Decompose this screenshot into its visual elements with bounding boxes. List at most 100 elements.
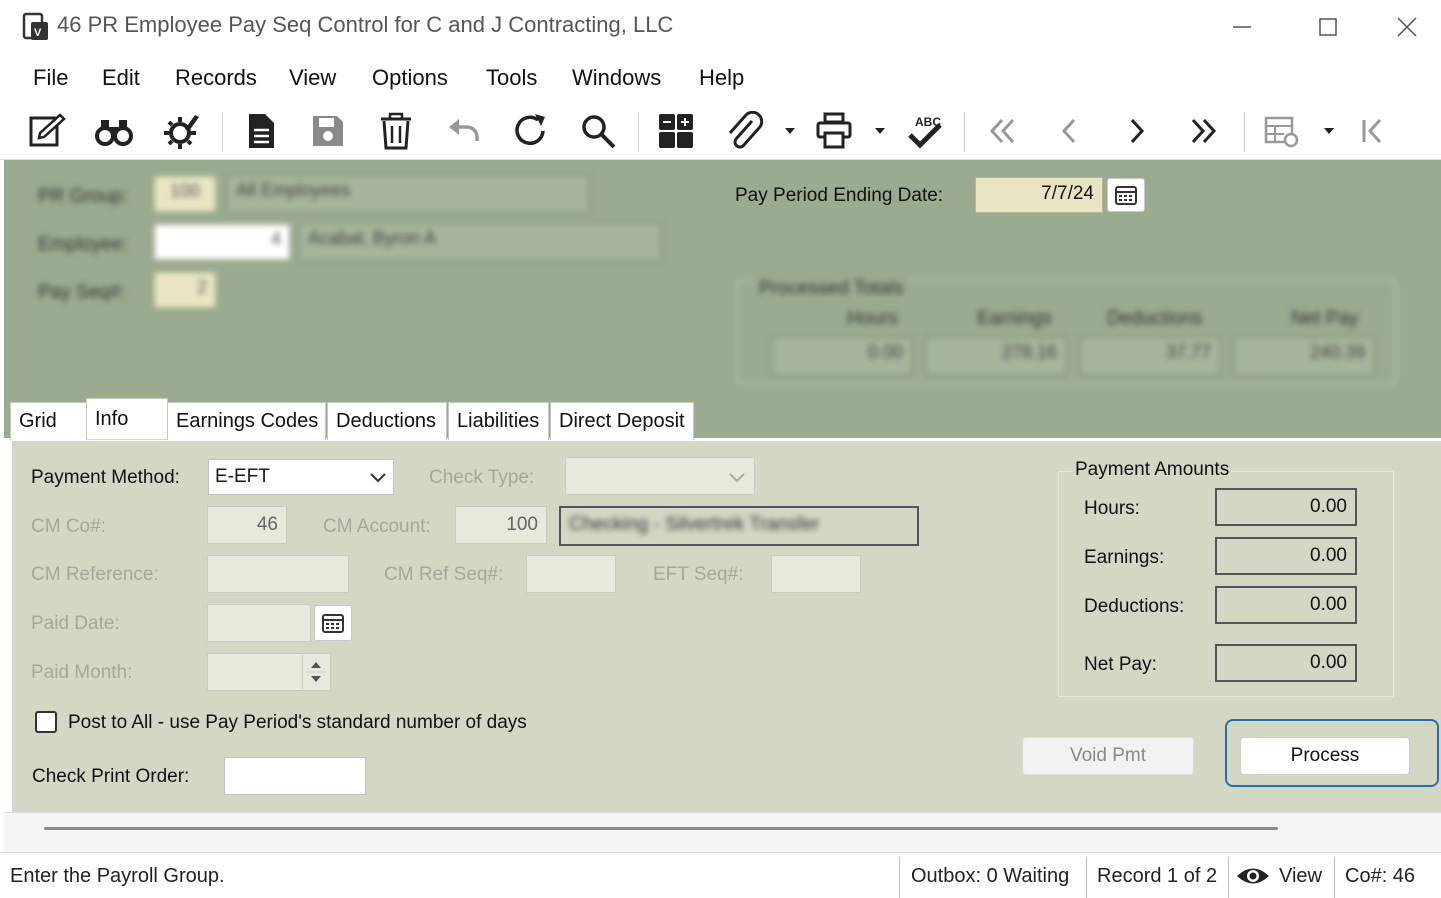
last-record-icon[interactable] bbox=[1178, 106, 1230, 156]
eft-seq-label: EFT Seq#: bbox=[653, 564, 744, 585]
employee-field[interactable]: 4 bbox=[154, 224, 290, 260]
menu-file[interactable]: File bbox=[33, 65, 68, 91]
refresh-icon[interactable] bbox=[505, 106, 557, 156]
pay-period-ending-field[interactable]: 7/7/24 bbox=[975, 177, 1103, 213]
pr-group-field[interactable]: 100 bbox=[154, 176, 216, 212]
payment-netpay-value: 0.00 bbox=[1215, 644, 1357, 682]
window-title: 46 PR Employee Pay Seq Control for C and… bbox=[57, 12, 674, 37]
void-payment-button[interactable]: Void Pmt bbox=[1022, 737, 1194, 775]
paid-date-label: Paid Date: bbox=[31, 613, 120, 634]
processed-totals-title: Processed Totals bbox=[755, 278, 908, 300]
paid-month-label: Paid Month: bbox=[31, 662, 133, 683]
menu-bar: File Edit Records View Options Tools Win… bbox=[0, 54, 1441, 102]
grid-calc-icon[interactable] bbox=[650, 106, 702, 156]
tab-liabilities[interactable]: Liabilities bbox=[448, 402, 549, 440]
paid-date-calendar-button[interactable] bbox=[314, 605, 352, 641]
delete-trash-icon[interactable] bbox=[370, 106, 422, 156]
app-icon: V bbox=[22, 12, 50, 42]
attachment-dropdown-icon[interactable] bbox=[783, 124, 797, 138]
print-dropdown-icon[interactable] bbox=[873, 124, 887, 138]
chevron-down-icon bbox=[370, 473, 386, 483]
pr-group-description: All Employees bbox=[226, 174, 590, 214]
payment-method-value: E-EFT bbox=[215, 466, 270, 487]
grid-settings-icon[interactable] bbox=[1256, 106, 1308, 156]
processed-totals-group: Processed Totals Hours Earnings Deductio… bbox=[737, 278, 1397, 384]
menu-edit[interactable]: Edit bbox=[102, 65, 140, 91]
eft-seq-field[interactable] bbox=[771, 555, 861, 593]
paid-date-field[interactable] bbox=[207, 604, 311, 642]
payment-deductions-value: 0.00 bbox=[1215, 586, 1357, 624]
status-bar: Enter the Payroll Group. Outbox: 0 Waiti… bbox=[0, 852, 1441, 898]
menu-tools[interactable]: Tools bbox=[486, 65, 537, 91]
pay-period-calendar-button[interactable] bbox=[1107, 178, 1145, 212]
previous-record-icon[interactable] bbox=[1044, 106, 1096, 156]
edit-form-icon[interactable] bbox=[20, 106, 72, 156]
cm-reference-field[interactable] bbox=[207, 555, 349, 593]
tab-earnings-codes[interactable]: Earnings Codes bbox=[167, 402, 326, 440]
title-bar: V 46 PR Employee Pay Seq Control for C a… bbox=[0, 0, 1441, 54]
undo-icon[interactable] bbox=[437, 106, 489, 156]
print-icon[interactable] bbox=[808, 106, 860, 156]
cm-account-field[interactable]: 100 bbox=[455, 506, 547, 544]
paid-month-spinner[interactable] bbox=[302, 655, 328, 689]
status-outbox[interactable]: Outbox: 0 Waiting bbox=[901, 853, 1085, 898]
menu-windows[interactable]: Windows bbox=[572, 65, 661, 91]
menu-view[interactable]: View bbox=[289, 65, 336, 91]
close-button[interactable] bbox=[1372, 0, 1441, 54]
pr-group-label: PR Group: bbox=[38, 186, 128, 207]
check-type-label: Check Type: bbox=[429, 467, 535, 488]
status-message: Enter the Payroll Group. bbox=[10, 864, 225, 887]
tab-deductions[interactable]: Deductions bbox=[327, 402, 447, 440]
maximize-button[interactable] bbox=[1284, 0, 1372, 54]
process-button[interactable]: Process bbox=[1240, 737, 1410, 775]
payment-hours-value: 0.00 bbox=[1215, 488, 1357, 526]
processed-deductions-value: 37.77 bbox=[1079, 336, 1221, 376]
processed-earnings-value: 278.16 bbox=[925, 336, 1067, 376]
processed-netpay-header: Net Pay bbox=[1291, 308, 1359, 329]
cm-co-field[interactable]: 46 bbox=[207, 506, 287, 544]
check-print-order-field[interactable] bbox=[224, 757, 366, 795]
horizontal-scrollbar-area bbox=[4, 812, 1441, 852]
pay-period-ending-label: Pay Period Ending Date: bbox=[735, 185, 944, 206]
status-view-mode[interactable]: View bbox=[1229, 853, 1333, 898]
save-icon[interactable] bbox=[302, 106, 354, 156]
settings-gear-icon[interactable] bbox=[155, 106, 207, 156]
pay-seq-field[interactable]: 2 bbox=[154, 272, 216, 308]
tab-strip: Grid Info Earnings Codes Deductions Liab… bbox=[4, 398, 1441, 440]
grid-settings-dropdown-icon[interactable] bbox=[1322, 124, 1336, 138]
calendar-icon bbox=[1115, 186, 1137, 205]
post-to-all-checkbox[interactable] bbox=[35, 711, 57, 733]
tab-liabilities-label: Liabilities bbox=[457, 410, 540, 432]
go-to-start-icon[interactable] bbox=[1346, 106, 1398, 156]
eye-icon bbox=[1237, 868, 1269, 884]
header-panel: PR Group: 100 All Employees Employee: 4 … bbox=[4, 160, 1441, 438]
next-record-icon[interactable] bbox=[1110, 106, 1162, 156]
tab-info[interactable]: Info bbox=[86, 398, 168, 440]
cm-ref-seq-field[interactable] bbox=[526, 555, 616, 593]
cm-ref-seq-label: CM Ref Seq#: bbox=[384, 564, 504, 585]
binoculars-icon[interactable] bbox=[88, 106, 140, 156]
search-icon[interactable] bbox=[572, 106, 624, 156]
tab-direct-deposit[interactable]: Direct Deposit bbox=[550, 402, 694, 440]
processed-netpay-value: 240.39 bbox=[1233, 336, 1375, 376]
tab-grid[interactable]: Grid bbox=[10, 402, 88, 440]
first-record-icon[interactable] bbox=[976, 106, 1028, 156]
minimize-button[interactable] bbox=[1198, 0, 1286, 54]
payment-method-select[interactable]: E-EFT bbox=[208, 459, 394, 495]
status-company: Co#: 46 bbox=[1345, 864, 1416, 887]
processed-hours-value: 0.00 bbox=[771, 336, 913, 376]
employee-name: Acabal, Byron A bbox=[298, 222, 662, 262]
toolbar: ABC bbox=[0, 102, 1441, 160]
info-tab-panel: Payment Method: E-EFT Check Type: CM Co#… bbox=[4, 440, 1441, 813]
cm-reference-label: CM Reference: bbox=[31, 564, 159, 585]
attachment-icon[interactable] bbox=[718, 106, 770, 156]
tab-direct-deposit-label: Direct Deposit bbox=[559, 410, 685, 432]
check-type-select[interactable] bbox=[565, 457, 755, 495]
new-document-icon[interactable] bbox=[235, 106, 287, 156]
menu-help[interactable]: Help bbox=[699, 65, 744, 91]
menu-records[interactable]: Records bbox=[175, 65, 257, 91]
spellcheck-icon[interactable]: ABC bbox=[898, 106, 950, 156]
horizontal-scrollbar[interactable] bbox=[44, 827, 1278, 830]
menu-options[interactable]: Options bbox=[372, 65, 448, 91]
cm-co-label: CM Co#: bbox=[31, 516, 106, 537]
